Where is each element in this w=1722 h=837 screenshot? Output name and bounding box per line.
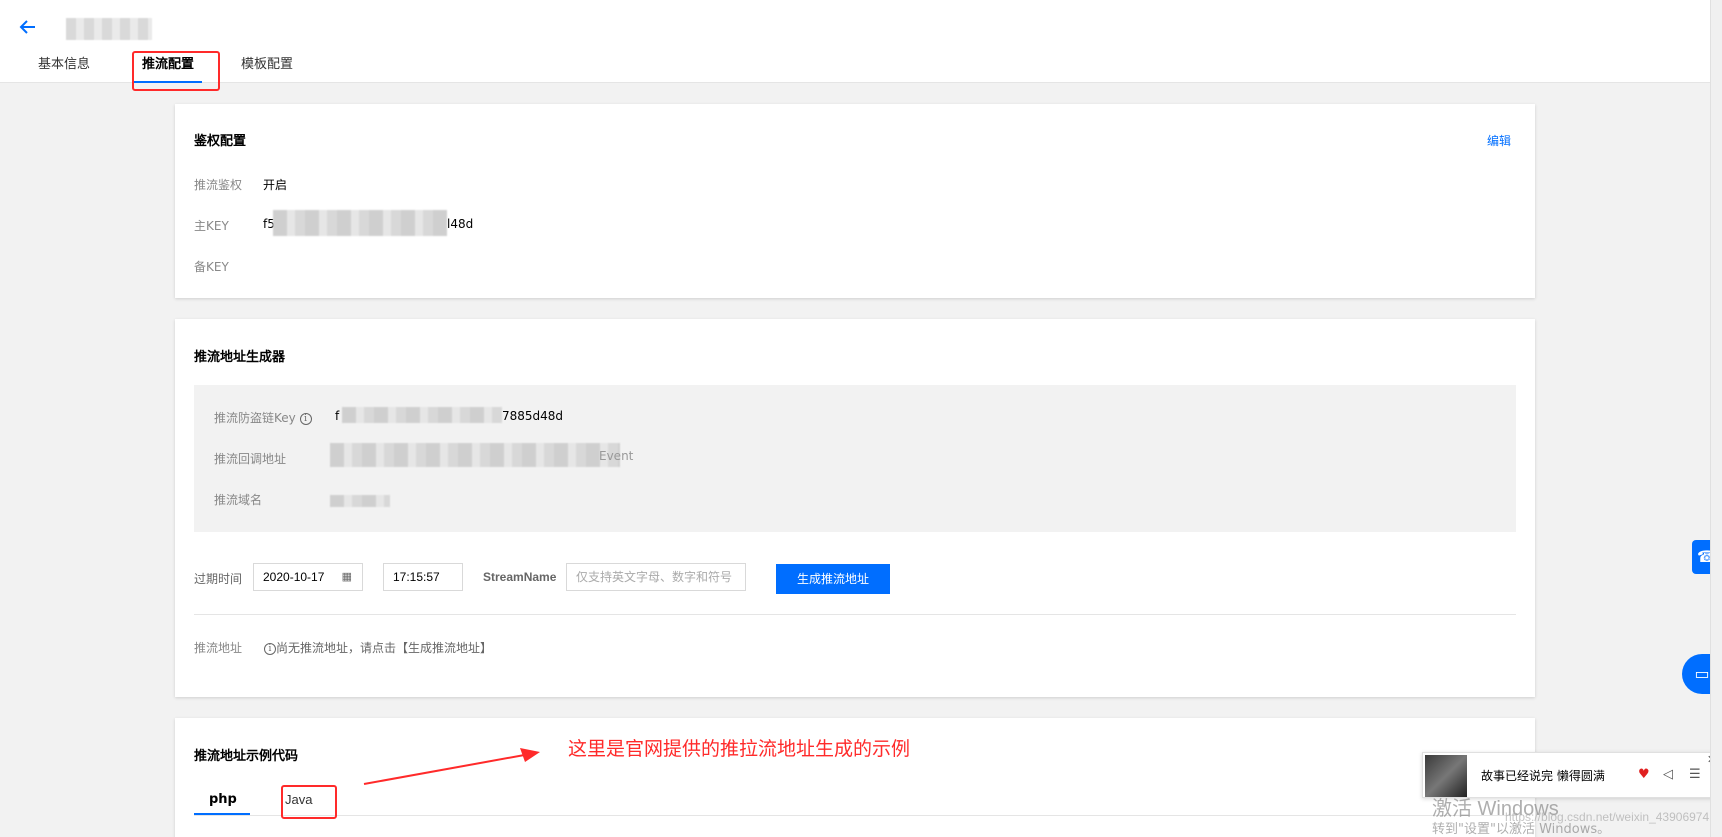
playlist-icon[interactable]: ☰ — [1689, 767, 1701, 782]
highlight-box-java — [281, 785, 337, 819]
main-key-value-end: l48d — [447, 217, 474, 231]
date-input[interactable]: 2020-10-17 ▦ — [253, 563, 363, 591]
code-tab-divider — [194, 815, 1516, 816]
push-address-label: 推流地址 — [194, 641, 243, 655]
expire-time-label: 过期时间 — [194, 572, 243, 586]
arrow-left-icon[interactable] — [18, 17, 42, 37]
edit-link[interactable]: 编辑 — [1487, 132, 1511, 149]
push-address-hint: i 尚无推流地址，请点击【生成推流地址】 — [264, 639, 492, 656]
push-domain-blur — [330, 495, 390, 507]
anti-leech-key-start: f — [335, 409, 340, 423]
calendar-icon[interactable]: ▦ — [342, 564, 352, 590]
info-icon: i — [264, 642, 276, 655]
generator-card: 推流地址生成器 推流防盗链Key i f 7885d48d 推流回调地址 Eve… — [175, 319, 1535, 697]
time-input[interactable]: 17:15:57 — [383, 563, 463, 591]
annotation-arrow — [363, 748, 540, 785]
info-icon[interactable]: i — [299, 412, 312, 425]
backup-key-label: 备KEY — [194, 260, 229, 274]
anti-leech-key-label: 推流防盗链Key i — [214, 409, 312, 426]
callback-url-label: 推流回调地址 — [214, 452, 287, 466]
tab-php[interactable]: php — [209, 792, 237, 807]
annotation-text: 这里是官网提供的推拉流地址生成的示例 — [568, 738, 911, 760]
top-bar: 基本信息 推流配置 模板配置 — [0, 0, 1722, 83]
tab-template-config[interactable]: 模板配置 — [225, 54, 309, 83]
stream-name-label: StreamName — [483, 570, 557, 584]
activate-windows-hint: 转到"设置"以激活 Windows。 — [1432, 822, 1611, 837]
callback-url-end: Event — [599, 449, 634, 463]
album-cover — [1425, 755, 1467, 797]
stream-name-input[interactable]: 仅支持英文字母、数字和符号 — [566, 563, 746, 591]
song-title: 故事已经说完 懒得圆满 — [1481, 769, 1605, 783]
generate-address-button[interactable]: 生成推流地址 — [776, 564, 890, 594]
example-card-title: 推流地址示例代码 — [194, 749, 299, 764]
auth-config-card: 鉴权配置 编辑 推流鉴权 开启 主KEY f5 l48d 备KEY — [175, 104, 1535, 298]
anti-leech-key-end: 7885d48d — [502, 409, 564, 423]
generator-info-box: 推流防盗链Key i f 7885d48d 推流回调地址 Event 推流域名 — [194, 385, 1516, 532]
volume-icon[interactable]: ◁ — [1663, 767, 1673, 782]
heart-icon[interactable]: ♥ — [1638, 767, 1650, 782]
auth-card-title: 鉴权配置 — [194, 134, 247, 149]
anti-leech-key-blur — [342, 407, 502, 423]
main-key-blur — [273, 210, 447, 236]
divider — [194, 614, 1516, 615]
push-auth-value: 开启 — [263, 178, 288, 192]
highlight-box-tab — [132, 51, 220, 91]
push-domain-label: 推流域名 — [214, 493, 263, 507]
callback-url-blur — [330, 443, 620, 467]
generator-card-title: 推流地址生成器 — [194, 350, 286, 365]
tab-basic-info[interactable]: 基本信息 — [22, 54, 106, 83]
main-key-label: 主KEY — [194, 219, 229, 233]
push-auth-label: 推流鉴权 — [194, 178, 243, 192]
scrollbar[interactable] — [1710, 0, 1722, 837]
page-title-blurred — [66, 18, 152, 40]
